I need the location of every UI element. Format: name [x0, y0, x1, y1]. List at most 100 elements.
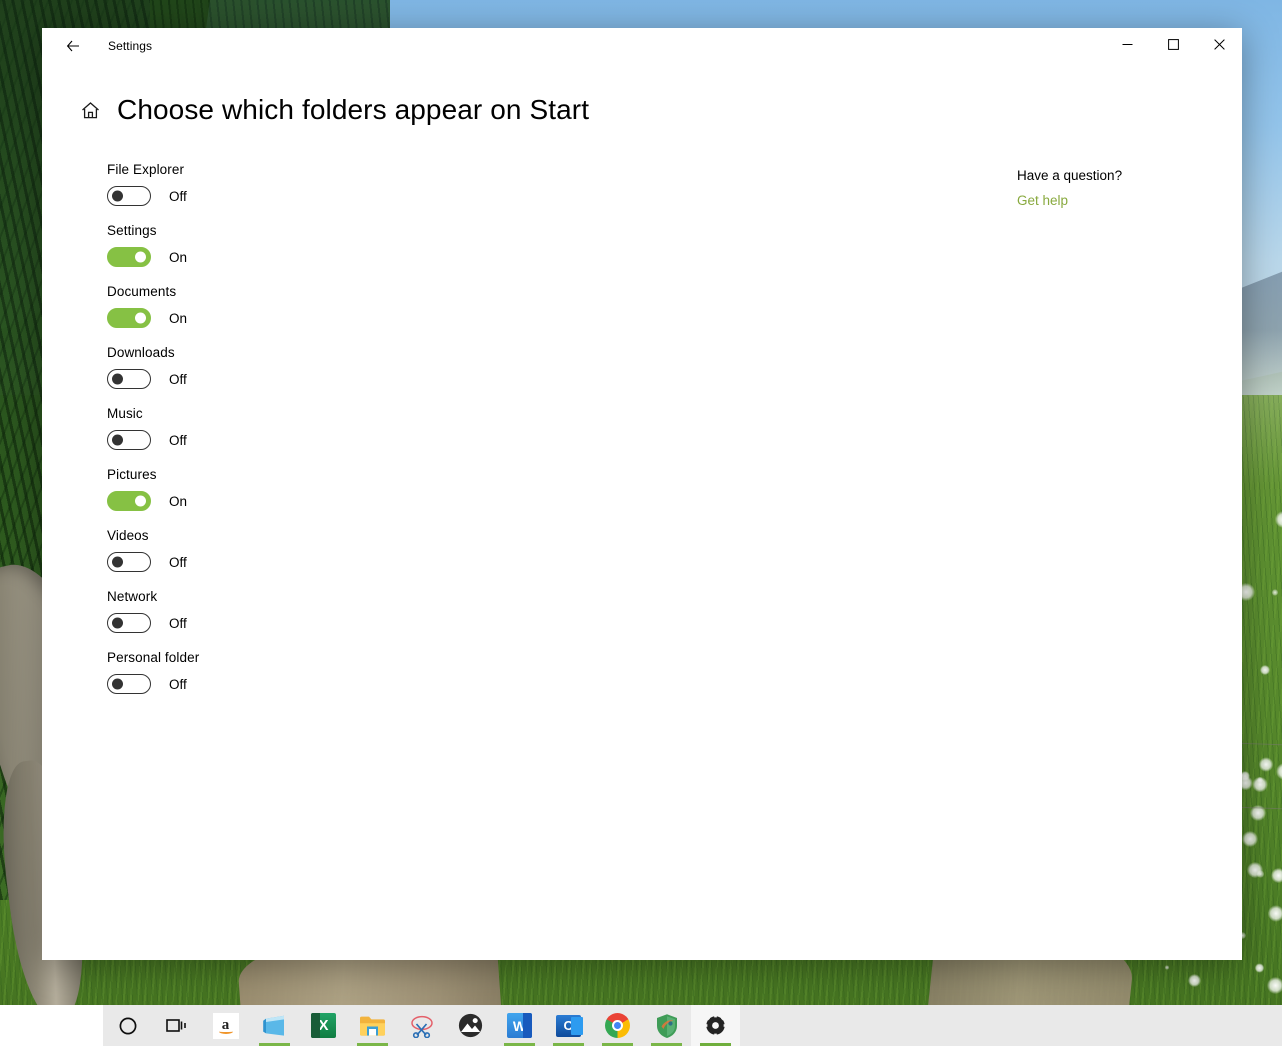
toggle-switch[interactable]	[107, 674, 151, 694]
toggle-switch[interactable]	[107, 308, 151, 328]
back-button[interactable]	[50, 30, 96, 62]
dandelion	[1188, 974, 1201, 988]
word-icon: W	[507, 1013, 532, 1038]
toggle-state-label: On	[169, 310, 188, 326]
toggle-row: Off	[107, 552, 707, 572]
folder-item: Documents On	[107, 284, 707, 328]
dandelion	[1271, 589, 1279, 596]
home-icon[interactable]	[75, 95, 105, 125]
taskbar-search-box[interactable]	[0, 1005, 103, 1046]
taskbar-item-photos[interactable]	[446, 1005, 495, 1046]
toggle-switch[interactable]	[107, 186, 151, 206]
dandelion	[1258, 757, 1273, 772]
toggle-knob	[112, 617, 123, 629]
toggle-state-label: On	[169, 493, 188, 509]
dandelion	[1260, 665, 1270, 675]
toggle-row: Off	[107, 186, 707, 206]
taskbar: aXWO	[0, 1005, 1282, 1046]
toggle-switch[interactable]	[107, 430, 151, 450]
toggle-knob	[112, 373, 123, 385]
toggle-knob	[112, 434, 123, 446]
amazon-icon: a	[212, 1012, 239, 1039]
dandelion	[1255, 963, 1265, 973]
minimize-button[interactable]	[1104, 28, 1150, 60]
task-view-icon	[165, 1018, 186, 1032]
help-title: Have a question?	[1017, 168, 1123, 183]
taskbar-item-task-view[interactable]	[152, 1005, 201, 1046]
toggle-state-label: Off	[169, 676, 187, 692]
toggle-switch[interactable]	[107, 491, 151, 511]
folder-item: Network Off	[107, 589, 707, 633]
toggle-switch[interactable]	[107, 369, 151, 389]
toggle-switch[interactable]	[107, 613, 151, 633]
maximize-button[interactable]	[1150, 28, 1196, 60]
settings-body: File Explorer Off Settings On Documents On Dow…	[42, 126, 1242, 711]
dandelion	[1164, 965, 1170, 970]
snip-sketch-icon	[410, 1015, 433, 1038]
page-title: Choose which folders appear on Start	[117, 94, 590, 125]
toggle-knob	[135, 495, 146, 507]
file-explorer-icon	[360, 1016, 385, 1036]
folder-item: Music Off	[107, 406, 707, 450]
toggle-state-label: Off	[169, 615, 187, 631]
toggle-knob	[135, 251, 146, 263]
toggle-state-label: Off	[169, 554, 187, 570]
toggle-switch[interactable]	[107, 247, 151, 267]
toggle-knob	[112, 190, 123, 202]
toggle-knob	[135, 312, 146, 324]
folder-label: File Explorer	[107, 162, 185, 177]
cortana-icon	[119, 1017, 136, 1034]
photos-icon	[458, 1013, 483, 1038]
folder-label: Documents	[107, 284, 177, 299]
folder-label: Personal folder	[107, 650, 200, 665]
taskbar-item-amazon[interactable]: a	[201, 1005, 250, 1046]
window-caption-buttons	[1104, 28, 1242, 60]
security-shield-icon	[656, 1013, 677, 1038]
get-help-link[interactable]: Get help	[1017, 193, 1068, 208]
toggle-row: Off	[107, 430, 707, 450]
microsoft-store-icon	[262, 1015, 284, 1036]
app-title: Settings	[108, 39, 153, 53]
dandelion	[1266, 976, 1282, 994]
folder-label: Network	[107, 589, 158, 604]
folder-item: Settings On	[107, 223, 707, 267]
folder-label: Music	[107, 406, 143, 421]
taskbar-item-file-explorer[interactable]	[348, 1005, 397, 1046]
folder-label: Settings	[107, 223, 157, 238]
dandelion	[1256, 776, 1263, 783]
dandelion	[1271, 868, 1282, 883]
folder-label: Videos	[107, 528, 149, 543]
taskbar-item-security[interactable]	[642, 1005, 691, 1046]
taskbar-item-word[interactable]: W	[495, 1005, 544, 1046]
toggle-row: On	[107, 247, 707, 267]
folder-label: Downloads	[107, 345, 175, 360]
folder-item: Videos Off	[107, 528, 707, 572]
outlook-icon: O	[556, 1014, 583, 1037]
dandelion	[1242, 831, 1259, 848]
toggle-row: Off	[107, 369, 707, 389]
folder-item: File Explorer Off	[107, 162, 707, 206]
taskbar-item-outlook[interactable]: O	[544, 1005, 593, 1046]
folder-item: Downloads Off	[107, 345, 707, 389]
toggle-row: On	[107, 308, 707, 328]
toggle-row: On	[107, 491, 707, 511]
taskbar-item-settings[interactable]	[691, 1005, 740, 1046]
taskbar-item-snip-sketch[interactable]	[397, 1005, 446, 1046]
taskbar-item-microsoft-store[interactable]	[250, 1005, 299, 1046]
folder-item: Personal folder Off	[107, 650, 707, 694]
toggle-state-label: Off	[169, 371, 187, 387]
folder-label: Pictures	[107, 467, 157, 482]
page-header: Choose which folders appear on Start	[42, 64, 1242, 126]
excel-icon: X	[311, 1013, 336, 1038]
toggle-knob	[112, 556, 123, 568]
chrome-icon	[605, 1013, 630, 1038]
taskbar-item-google-chrome[interactable]	[593, 1005, 642, 1046]
taskbar-item-excel[interactable]: X	[299, 1005, 348, 1046]
dandelion	[1267, 905, 1282, 922]
close-button[interactable]	[1196, 28, 1242, 60]
taskbar-item-cortana[interactable]	[103, 1005, 152, 1046]
dandelion	[1257, 870, 1265, 878]
dandelion	[1275, 510, 1282, 528]
toggle-knob	[112, 678, 123, 690]
toggle-switch[interactable]	[107, 552, 151, 572]
